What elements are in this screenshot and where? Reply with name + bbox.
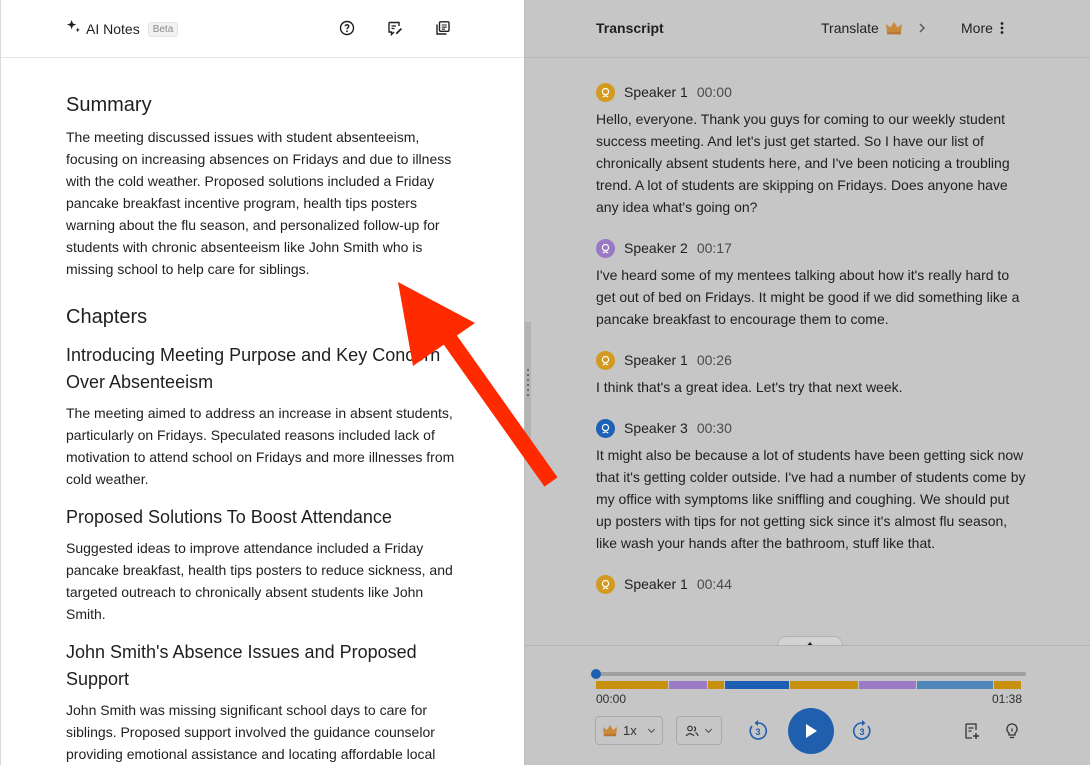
audio-player: 00:00 01:38 1x 3 3 [525, 645, 1090, 765]
ai-notes-header: AI Notes Beta [1, 0, 524, 58]
more-button[interactable]: More [961, 20, 1005, 36]
transcript-entry[interactable]: Speaker 1 00:26 I think that's a great i… [596, 350, 1026, 398]
transcript-entry[interactable]: Speaker 1 00:44 [596, 574, 1026, 594]
speaker-name[interactable]: Speaker 1 [624, 352, 688, 368]
timestamp[interactable]: 00:26 [697, 352, 732, 368]
transcript-entry[interactable]: Speaker 3 00:30 It might also be because… [596, 418, 1026, 554]
more-label: More [961, 20, 993, 36]
timestamp[interactable]: 00:44 [697, 576, 732, 592]
transcript-text: I think that's a great idea. Let's try t… [596, 379, 903, 395]
svg-text:3: 3 [755, 727, 760, 737]
timeline-segment[interactable] [994, 681, 1021, 689]
copy-icon [436, 21, 450, 35]
timestamp[interactable]: 00:00 [697, 84, 732, 100]
progress-knob[interactable] [591, 669, 601, 679]
timeline-segment[interactable] [708, 681, 724, 689]
timeline-segment[interactable] [790, 681, 858, 689]
speaker-avatar-icon [596, 82, 615, 102]
chapters-heading: Chapters [66, 306, 148, 328]
ai-notes-pane: AI Notes Beta Summary The meeting discus… [0, 0, 524, 765]
crown-icon [602, 725, 618, 737]
transcript-header: Transcript Translate More [525, 0, 1090, 58]
progress-track[interactable] [596, 672, 1026, 676]
more-vertical-icon [1000, 22, 1004, 34]
ai-notes-title: AI Notes [86, 21, 140, 37]
ai-notes-brand: AI Notes Beta [66, 19, 179, 39]
transcript-text: I've heard some of my mentees talking ab… [596, 267, 1020, 327]
speed-value: 1x [623, 723, 637, 738]
speaker-filter-select[interactable] [676, 716, 722, 745]
forward-3-seconds-icon[interactable]: 3 [850, 719, 874, 743]
chat-edit-icon [388, 21, 402, 36]
speaker-name[interactable]: Speaker 2 [624, 240, 688, 256]
summary-text: The meeting discussed issues with studen… [66, 129, 452, 277]
beta-badge: Beta [147, 21, 179, 37]
transcript-text: It might also be because a lot of studen… [596, 447, 1026, 551]
timeline-segment[interactable] [917, 681, 993, 689]
chapter-title: Introducing Meeting Purpose and Key Conc… [66, 345, 441, 392]
playback-speed-select[interactable]: 1x [595, 716, 663, 745]
transcript-text: Hello, everyone. Thank you guys for comi… [596, 111, 1010, 215]
total-time: 01:38 [992, 692, 1023, 706]
timeline-segment[interactable] [725, 681, 789, 689]
chevron-down-icon [647, 728, 655, 734]
speaker-name[interactable]: Speaker 1 [624, 576, 688, 592]
timeline-segment[interactable] [669, 681, 707, 689]
transcript-pane: Transcript Translate More Speaker 1 00:0… [524, 0, 1090, 765]
chapter-text: John Smith was missing significant schoo… [66, 702, 436, 762]
chapter-title: Proposed Solutions To Boost Attendance [66, 507, 392, 527]
crown-icon [885, 22, 902, 35]
svg-text:3: 3 [859, 727, 864, 737]
transcript-list: Speaker 1 00:00 Hello, everyone. Thank y… [596, 82, 1026, 614]
translate-label: Translate [821, 20, 879, 36]
transcript-entry[interactable]: Speaker 1 00:00 Hello, everyone. Thank y… [596, 82, 1026, 218]
speaker-avatar-icon [596, 238, 615, 258]
chevron-down-icon [704, 728, 712, 734]
copy-button[interactable] [433, 18, 453, 38]
notes-content: Summary The meeting discussed issues wit… [66, 92, 456, 765]
users-icon [685, 725, 699, 736]
transcript-entry[interactable]: Speaker 2 00:17 I've heard some of my me… [596, 238, 1026, 330]
translate-button[interactable]: Translate [821, 20, 929, 36]
grip-icon [526, 369, 530, 399]
transcript-title: Transcript [596, 20, 664, 36]
speaker-avatar-icon [596, 418, 615, 438]
speaker-name[interactable]: Speaker 3 [624, 420, 688, 436]
rewind-3-seconds-icon[interactable]: 3 [746, 719, 770, 743]
timeline-segment[interactable] [859, 681, 916, 689]
speaker-avatar-icon [596, 350, 615, 370]
lightbulb-icon[interactable] [1003, 722, 1021, 740]
timestamp[interactable]: 00:17 [697, 240, 732, 256]
chevron-right-icon [919, 23, 925, 33]
chapter-text: Suggested ideas to improve attendance in… [66, 540, 453, 622]
chapter-text: The meeting aimed to address an increase… [66, 405, 455, 487]
help-button[interactable] [337, 18, 357, 38]
play-button[interactable] [788, 708, 834, 754]
speaker-avatar-icon [596, 574, 615, 594]
speaker-name[interactable]: Speaker 1 [624, 84, 688, 100]
add-note-icon[interactable] [963, 722, 981, 740]
sparkle-icon [66, 19, 81, 39]
edit-notes-button[interactable] [385, 18, 405, 38]
timeline-segment[interactable] [596, 681, 668, 689]
speaker-timeline[interactable] [596, 681, 1026, 689]
current-time: 00:00 [596, 692, 627, 706]
play-icon [806, 724, 817, 738]
summary-heading: Summary [66, 94, 152, 116]
help-icon [339, 20, 355, 36]
chapter-title: John Smith's Absence Issues and Proposed… [66, 642, 417, 689]
timestamp[interactable]: 00:30 [697, 420, 732, 436]
